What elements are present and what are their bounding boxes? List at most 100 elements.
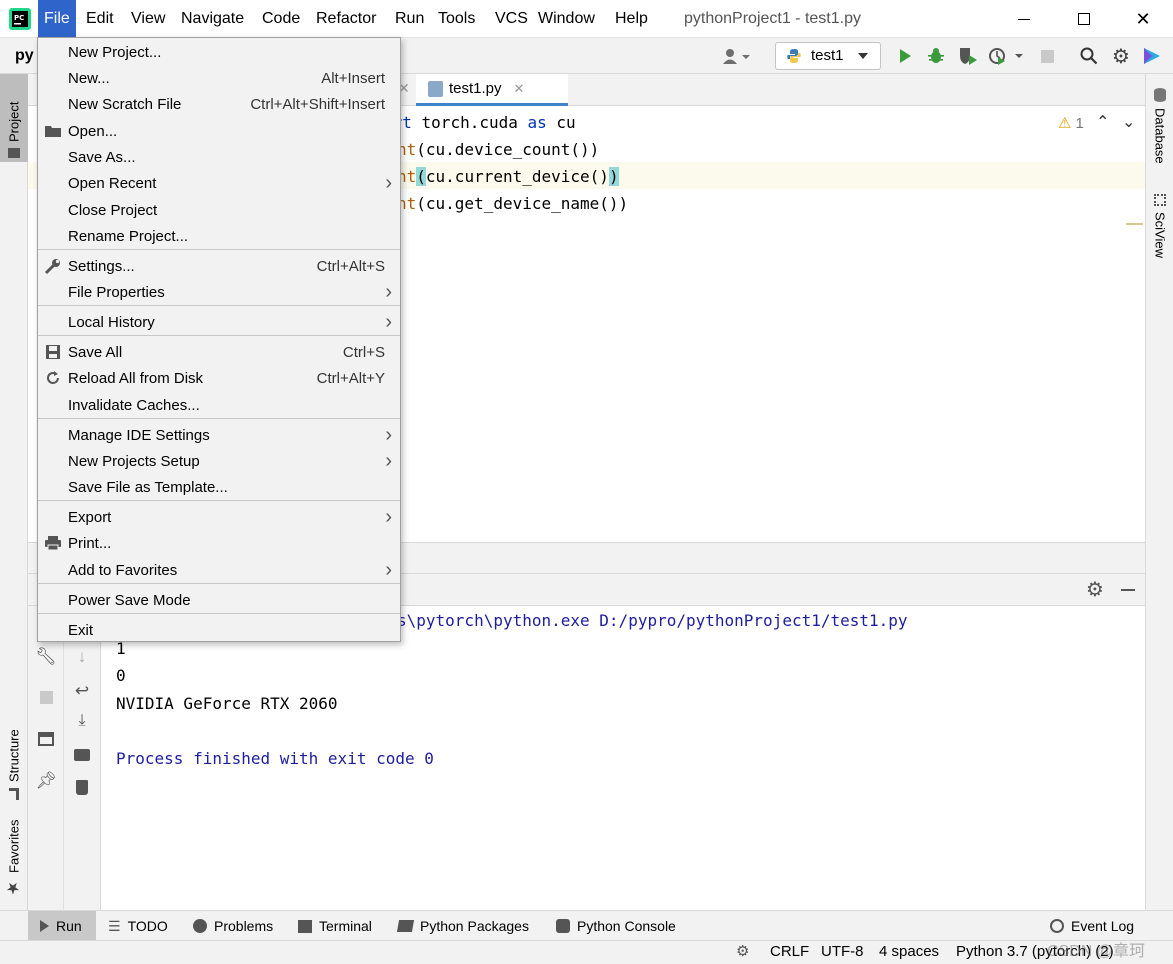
menu-refactor[interactable]: Refactor [310, 0, 382, 38]
structure-icon [9, 788, 19, 800]
menu-item-open[interactable]: Open... [38, 118, 400, 144]
debug-button[interactable] [924, 44, 948, 68]
power-save-icon[interactable]: ⚙ [736, 941, 749, 964]
tab-python-packages[interactable]: Python Packages [396, 911, 529, 941]
menu-window[interactable]: Window [532, 0, 601, 38]
tab-todo[interactable]: ☰ TODO [108, 911, 168, 941]
menu-view[interactable]: View [125, 0, 171, 38]
pin-icon[interactable]: 📌︎ [34, 770, 58, 792]
run-button[interactable] [893, 44, 917, 68]
menu-item-save-file-as-template[interactable]: Save File as Template... [38, 474, 400, 500]
tab-problems[interactable]: Problems [193, 911, 273, 941]
console-output-line: 0 [116, 666, 126, 685]
menu-item-label: Save All [68, 343, 123, 361]
maximize-button[interactable] [1061, 0, 1107, 38]
menu-item-export[interactable]: Export › [38, 504, 400, 530]
info-icon [193, 919, 207, 933]
favorites-tool-tab[interactable]: ★ Favorites [0, 816, 28, 902]
run-console[interactable]: s\pytorch\python.exe D:/pypro/pythonProj… [101, 606, 1145, 910]
menu-item-manage-ide-settings[interactable]: Manage IDE Settings › [38, 422, 400, 448]
gear-icon[interactable]: ⚙ [1086, 577, 1104, 602]
structure-tool-tab[interactable]: Structure [0, 714, 28, 804]
shield-run-icon [960, 48, 977, 65]
hide-panel-button[interactable] [1121, 589, 1135, 591]
tab-run[interactable]: Run [28, 911, 96, 941]
console-finish-message: Process finished with exit code 0 [116, 749, 434, 768]
menu-help[interactable]: Help [609, 0, 654, 38]
tab-terminal[interactable]: Terminal [298, 911, 372, 941]
line-separator[interactable]: CRLF [770, 941, 809, 964]
menu-item-add-to-favorites[interactable]: Add to Favorites › [38, 557, 400, 583]
menu-item-settings[interactable]: Settings... Ctrl+Alt+S [38, 253, 400, 279]
warning-icon: ⚠ [1058, 115, 1072, 132]
database-tool-tab[interactable]: Database [1146, 84, 1173, 184]
event-log-button[interactable]: Event Log [1050, 911, 1134, 941]
file-menu-dropdown: New Project... New... Alt+Insert New Scratc… [37, 37, 401, 642]
trash-icon[interactable] [70, 776, 94, 798]
gear-icon: ⚙ [1112, 45, 1130, 68]
menu-item-new-scratch-file[interactable]: New Scratch File Ctrl+Alt+Shift+Insert [38, 91, 400, 117]
menu-item-exit[interactable]: Exit [38, 617, 400, 643]
favorites-tab-label: Favorites [6, 819, 22, 873]
menu-item-reload-all-from-disk[interactable]: Reload All from Disk Ctrl+Alt+Y [38, 365, 400, 391]
menu-item-local-history[interactable]: Local History › [38, 309, 400, 335]
soft-wrap-icon[interactable]: ↩ [70, 680, 94, 702]
scroll-down-icon[interactable]: ↓ [70, 646, 94, 668]
tab-python-console[interactable]: Python Console [556, 911, 676, 941]
menu-item-shortcut: Ctrl+Alt+Shift+Insert [250, 95, 385, 113]
menu-item-print[interactable]: Print... [38, 530, 400, 556]
code-with-me-button[interactable] [1140, 44, 1164, 68]
vcs-user-icon[interactable] [720, 44, 754, 68]
menu-item-save-as[interactable]: Save As... [38, 144, 400, 170]
menu-item-label: Add to Favorites [68, 561, 178, 579]
tab-test1-py[interactable]: test1.py ✕ [416, 74, 568, 106]
minimize-icon [1018, 18, 1030, 20]
menu-item-label: Manage IDE Settings [68, 426, 210, 444]
menu-item-invalidate-caches[interactable]: Invalidate Caches... [38, 392, 400, 418]
menu-item-label: New Scratch File [68, 95, 182, 113]
close-tab-icon[interactable]: ✕ [514, 81, 525, 97]
menu-item-save-all[interactable]: Save All Ctrl+S [38, 339, 400, 365]
menu-item-label: Close Project [68, 201, 158, 219]
file-encoding[interactable]: UTF-8 [821, 941, 864, 964]
scroll-to-end-icon[interactable]: ⤓ [70, 710, 94, 732]
menu-item-close-project[interactable]: Close Project [38, 197, 400, 223]
menu-run[interactable]: Run [389, 0, 430, 38]
sciview-tool-tab[interactable]: SciView [1146, 190, 1173, 270]
profile-button[interactable] [987, 44, 1027, 68]
menu-item-label: Print... [68, 534, 112, 552]
minimize-button[interactable] [1001, 0, 1047, 38]
menu-tools[interactable]: Tools [432, 0, 481, 38]
stop-button[interactable] [1035, 44, 1059, 68]
indent-setting[interactable]: 4 spaces [879, 941, 939, 964]
pycharm-logo-icon: PC [9, 8, 31, 30]
project-tool-tab[interactable]: Project [0, 74, 28, 162]
menu-item-new-project[interactable]: New Project... [38, 39, 400, 65]
stop-icon[interactable] [34, 686, 58, 708]
menu-item-new[interactable]: New... Alt+Insert [38, 65, 400, 91]
print-icon[interactable] [70, 744, 94, 766]
project-tab-label: Project [6, 101, 22, 142]
layout-icon[interactable] [34, 728, 58, 750]
menu-item-new-projects-setup[interactable]: New Projects Setup › [38, 448, 400, 474]
search-button[interactable] [1077, 44, 1101, 68]
watermark: CSDN @章珂 [1047, 943, 1146, 960]
menu-navigate[interactable]: Navigate [175, 0, 250, 38]
menu-file[interactable]: File [38, 0, 76, 38]
menu-item-open-recent[interactable]: Open Recent › [38, 170, 400, 196]
previous-highlight-icon[interactable]: ⌃ [1096, 112, 1109, 132]
run-configuration-select[interactable]: test1 [775, 42, 881, 70]
inspection-widget[interactable]: ⚠ 1 [1058, 114, 1084, 133]
menu-code[interactable]: Code [256, 0, 306, 38]
menu-edit[interactable]: Edit [80, 0, 120, 38]
wrench-icon[interactable]: 🔧︎ [34, 646, 58, 668]
close-window-button[interactable]: ✕ [1120, 0, 1166, 38]
coverage-button[interactable] [956, 44, 980, 68]
menu-item-rename-project[interactable]: Rename Project... [38, 223, 400, 249]
next-highlight-icon[interactable]: ⌄ [1122, 112, 1135, 132]
menu-item-file-properties[interactable]: File Properties › [38, 279, 400, 305]
menu-item-power-save-mode[interactable]: Power Save Mode [38, 587, 400, 613]
breadcrumb[interactable]: py [15, 38, 34, 74]
menu-vcs[interactable]: VCS [489, 0, 534, 38]
settings-button[interactable]: ⚙ [1109, 44, 1133, 68]
